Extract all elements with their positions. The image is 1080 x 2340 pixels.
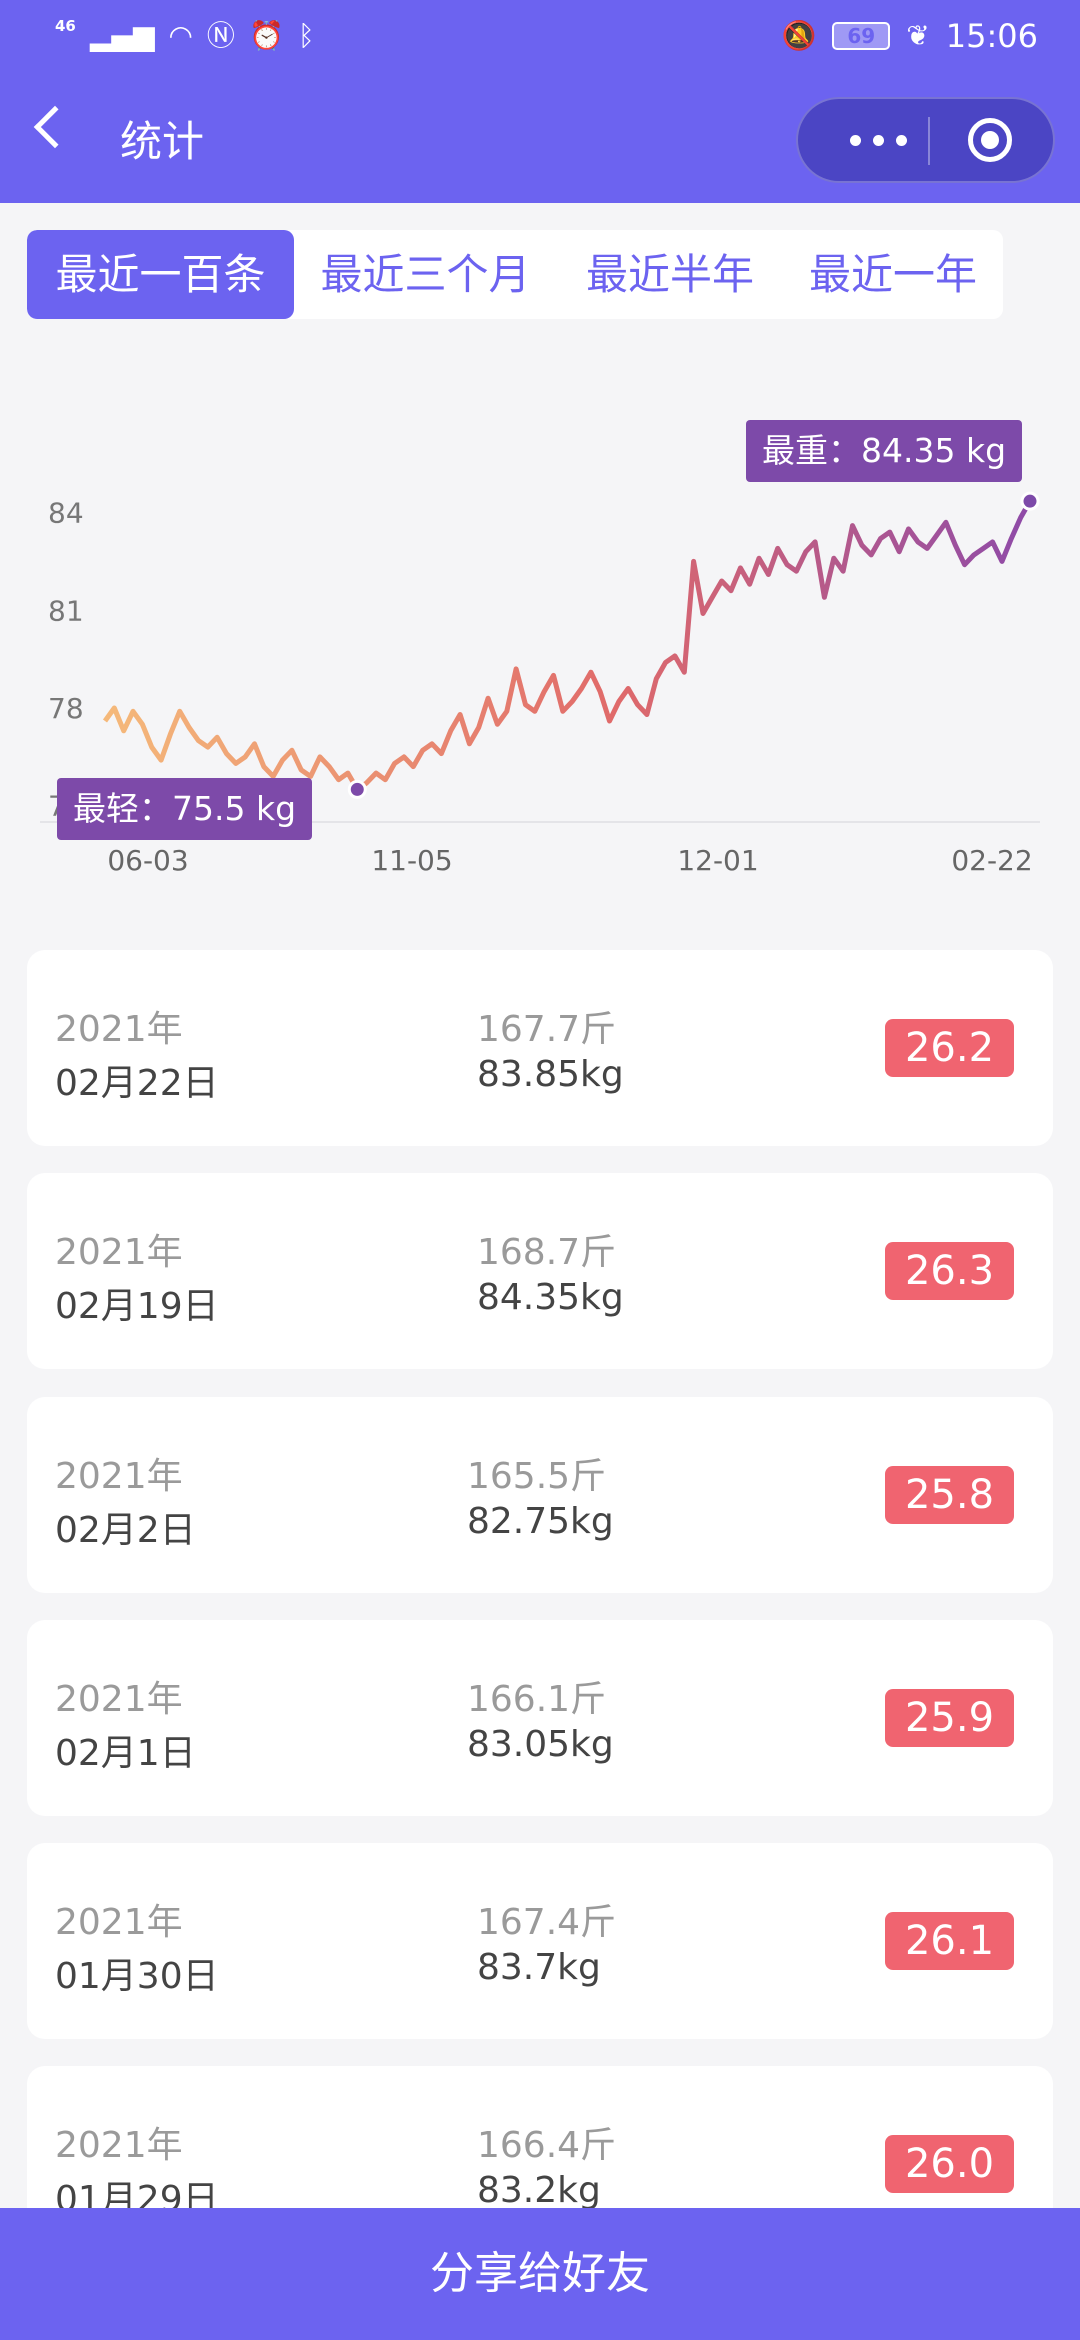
record-weight-jin: 165.5斤 [467, 1456, 607, 1497]
record-year: 2021年 [55, 2125, 183, 2166]
close-miniapp-icon[interactable] [968, 118, 1012, 162]
record-weight-kg: 84.35kg [477, 1277, 624, 1318]
x-tick-label: 06-03 [107, 844, 188, 877]
record-weight-jin: 167.4斤 [477, 1902, 617, 1943]
more-icon[interactable] [850, 99, 907, 181]
record-weight-jin: 167.7斤 [477, 1009, 617, 1050]
clock: 15:06 [945, 17, 1038, 55]
record-date: 02月1日 [55, 1733, 196, 1774]
status-bar: 46 ▂▄▆ ◠ Ⓝ ⏰ ᛒ 🔕 69 ❦ 15:06 [0, 0, 1080, 72]
record-weight-jin: 166.4斤 [477, 2125, 617, 2166]
record-weight-kg: 83.2kg [477, 2170, 601, 2211]
record-weight-kg: 83.85kg [477, 1054, 624, 1095]
record-year: 2021年 [55, 1679, 183, 1720]
status-right: 🔕 69 ❦ 15:06 [781, 17, 1038, 55]
record-card[interactable]: 2021年 02月22日 167.7斤 83.85kg 26.2 [27, 950, 1053, 1146]
bluetooth-icon: ᛒ [297, 19, 315, 52]
record-weight-kg: 83.7kg [477, 1947, 601, 1988]
tab-last-year[interactable]: 最近一年 [783, 230, 1003, 319]
share-button[interactable]: 分享给好友 [0, 2208, 1080, 2340]
signal-icon: ▂▄▆ [89, 19, 155, 52]
capsule-divider [928, 117, 930, 165]
record-date: 01月30日 [55, 1956, 219, 1997]
bmi-badge: 26.3 [885, 1242, 1014, 1300]
min-weight-tooltip: 最轻：75.5 kg [57, 778, 313, 840]
battery-icon: 69 [832, 22, 891, 50]
network-type: 46 [55, 17, 76, 35]
weight-series-line [102, 499, 1033, 792]
tab-last-half-year[interactable]: 最近半年 [557, 230, 783, 319]
record-card[interactable]: 2021年 02月1日 166.1斤 83.05kg 25.9 [27, 1620, 1053, 1816]
record-weight-kg: 83.05kg [467, 1724, 614, 1765]
record-year: 2021年 [55, 1902, 183, 1943]
record-date: 02月2日 [55, 1510, 196, 1551]
bmi-badge: 26.0 [885, 2135, 1014, 2193]
range-tabs: 最近一百条 最近三个月 最近半年 最近一年 [27, 230, 1003, 319]
x-tick-label: 11-05 [371, 844, 452, 877]
x-tick-label: 12-01 [677, 844, 758, 877]
alarm-icon: ⏰ [248, 19, 284, 52]
bmi-badge: 26.2 [885, 1019, 1014, 1077]
y-tick-label: 84 [48, 497, 84, 530]
miniapp-capsule [796, 97, 1055, 183]
record-year: 2021年 [55, 1009, 183, 1050]
bmi-badge: 26.1 [885, 1912, 1014, 1970]
tab-last-100[interactable]: 最近一百条 [27, 230, 294, 319]
max-weight-tooltip: 最重：84.35 kg [746, 420, 1023, 482]
leaf-icon: ❦ [906, 19, 930, 52]
record-weight-jin: 168.7斤 [477, 1232, 617, 1273]
app-header: 46 ▂▄▆ ◠ Ⓝ ⏰ ᛒ 🔕 69 ❦ 15:06 统计 [0, 0, 1080, 203]
bmi-badge: 25.9 [885, 1689, 1014, 1747]
record-date: 02月19日 [55, 1286, 219, 1327]
record-year: 2021年 [55, 1456, 183, 1497]
y-tick-label: 81 [48, 594, 84, 627]
mute-icon: 🔕 [781, 19, 817, 52]
wifi-icon: ◠ [168, 19, 193, 52]
tab-last-3-months[interactable]: 最近三个月 [294, 230, 557, 319]
min-weight-point [347, 779, 367, 799]
y-tick-label: 78 [48, 692, 84, 725]
record-card[interactable]: 2021年 01月30日 167.4斤 83.7kg 26.1 [27, 1843, 1053, 2039]
record-year: 2021年 [55, 1232, 183, 1273]
status-left: 46 ▂▄▆ ◠ Ⓝ ⏰ ᛒ [55, 17, 315, 54]
max-weight-point [1020, 491, 1040, 511]
record-card[interactable]: 2021年 02月2日 165.5斤 82.75kg 25.8 [27, 1397, 1053, 1593]
page-title: 统计 [120, 117, 205, 166]
record-weight-kg: 82.75kg [467, 1501, 614, 1542]
bmi-badge: 25.8 [885, 1466, 1014, 1524]
record-card[interactable]: 2021年 02月19日 168.7斤 84.35kg 26.3 [27, 1173, 1053, 1369]
nfc-icon: Ⓝ [206, 19, 235, 52]
record-weight-jin: 166.1斤 [467, 1679, 607, 1720]
record-date: 02月22日 [55, 1063, 219, 1104]
back-arrow-icon[interactable] [33, 105, 77, 149]
x-tick-label: 02-22 [951, 844, 1032, 877]
